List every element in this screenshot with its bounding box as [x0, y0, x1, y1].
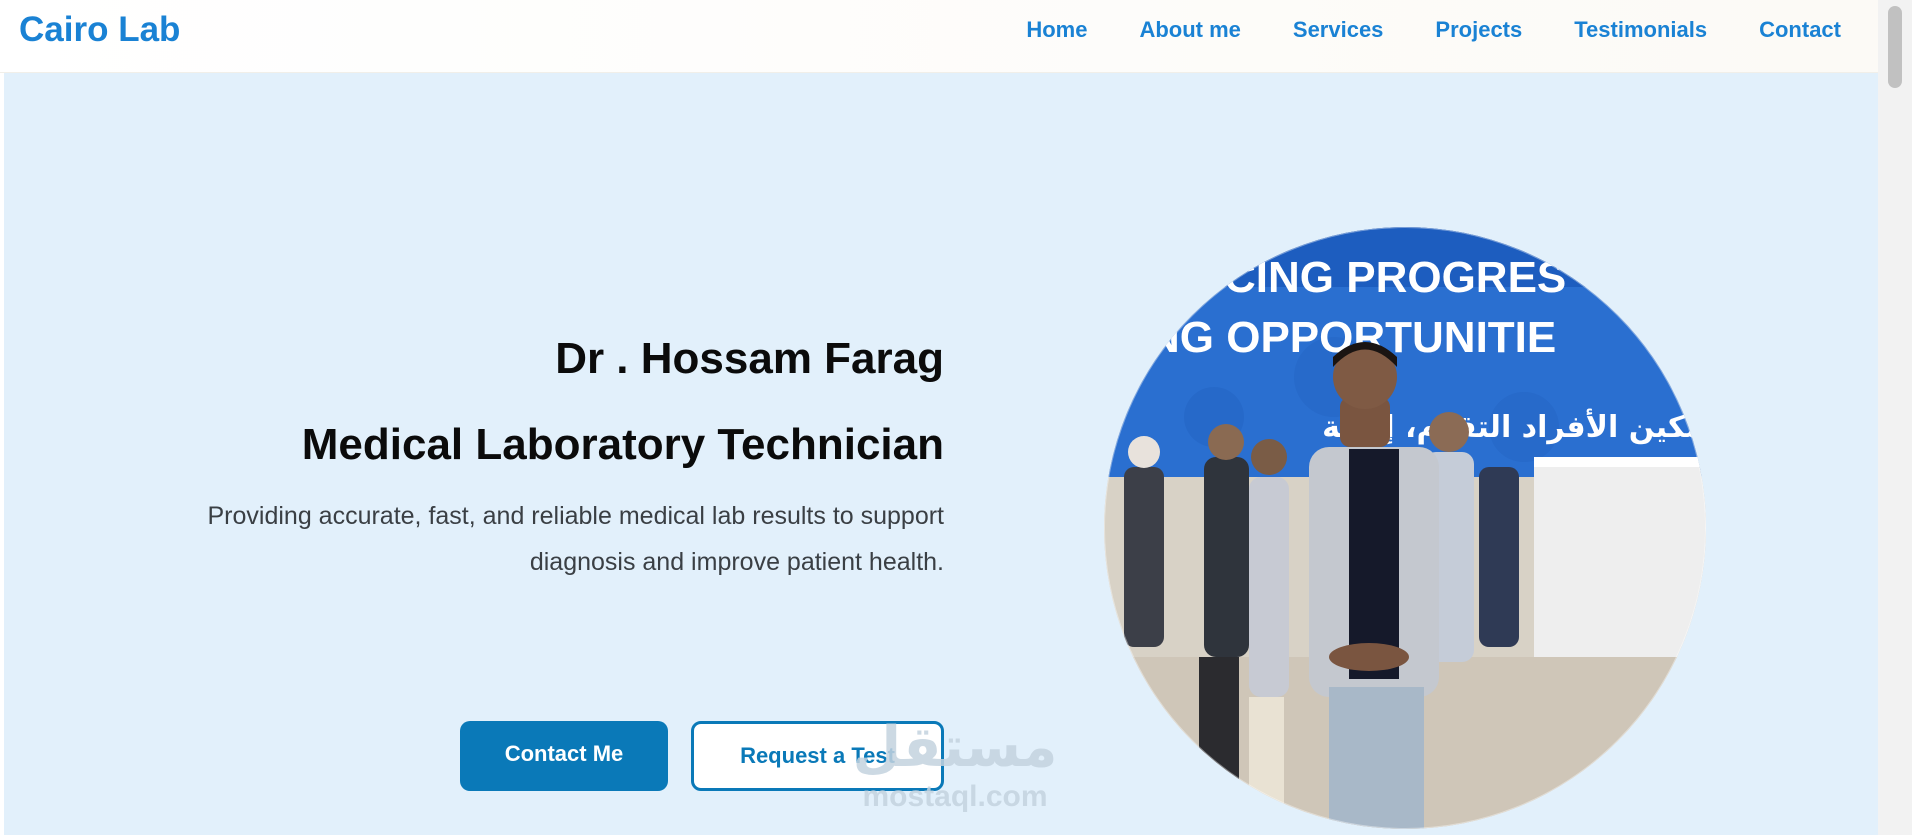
- page-scrollbar[interactable]: [1878, 0, 1912, 835]
- page: Cairo Lab Home About me Services Project…: [0, 0, 1912, 835]
- main-nav: Home About me Services Projects Testimon…: [1026, 17, 1841, 43]
- brand-logo[interactable]: Cairo Lab: [19, 10, 180, 50]
- nav-testimonials[interactable]: Testimonials: [1574, 17, 1707, 43]
- nav-about[interactable]: About me: [1139, 17, 1240, 43]
- watermark: مستقل mostaql.com: [845, 716, 1065, 814]
- profile-photo: CING PROGRES KING OPPORTUNITIE مكين الأف…: [1104, 227, 1706, 829]
- hero-role: Medical Laboratory Technician: [301, 420, 944, 469]
- nav-contact[interactable]: Contact: [1759, 17, 1841, 43]
- nav-services[interactable]: Services: [1293, 17, 1384, 43]
- scrollbar-thumb[interactable]: [1888, 6, 1902, 88]
- navbar: Cairo Lab Home About me Services Project…: [0, 0, 1878, 73]
- watermark-latin: mostaql.com: [862, 780, 1048, 813]
- nav-home[interactable]: Home: [1026, 17, 1087, 43]
- nav-projects[interactable]: Projects: [1435, 17, 1522, 43]
- contact-me-button[interactable]: Contact Me: [460, 721, 668, 791]
- banner-text-1: CING PROGRES: [1224, 253, 1566, 302]
- hero-text: Dr . Hossam Farag Medical Laboratory Tec…: [104, 331, 945, 791]
- watermark-arabic: مستقل: [852, 715, 1058, 780]
- hero-description: Providing accurate, fast, and reliable m…: [207, 502, 945, 576]
- hero-name: Dr . Hossam Farag: [555, 334, 944, 383]
